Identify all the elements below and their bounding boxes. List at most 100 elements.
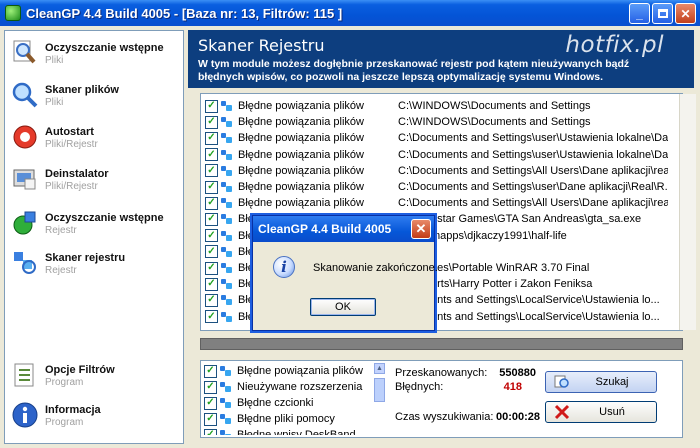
minimize-button[interactable]: _ [629,3,650,24]
result-path: C:\WINDOWS\Documents and Settings [398,116,591,129]
result-row[interactable]: ✓ Błędne powiązania plików C:\Documents an… [205,163,675,179]
result-path: C:\Documents and Settings\All Users\Dane… [398,164,668,177]
search-scan-icon [554,374,570,390]
watermark: hotfix.pl [565,32,664,58]
registry-entry-icon [220,100,234,112]
category-item[interactable]: ✓ Błędne powiązania plików [204,363,374,379]
checkbox[interactable]: ✓ [204,380,217,394]
category-scrollbar[interactable]: ▲ [374,363,385,435]
category-list[interactable]: ✓ Błędne powiązania plików ✓ Nieużywane roz… [204,363,374,435]
result-row[interactable]: ✓ Błędne powiązania plików C:\Documents an… [205,147,675,163]
result-row[interactable]: ✓ Błędne powiązania plików C:\WINDOWS\Docu… [205,98,675,114]
results-scrollbar[interactable] [679,94,696,330]
sidebar-item-subtitle: Rejestr [45,225,77,236]
registry-entry-icon [220,294,234,306]
sidebar-item-title: Autostart [45,126,94,138]
registry-entry-icon [220,197,234,209]
delete-button[interactable]: Usuń [545,401,657,423]
checkbox[interactable]: ✓ [205,310,218,324]
registry-entry-icon [220,246,234,258]
sidebar-item-pre-cleaning-registry[interactable]: Oczyszczanie wstępne Rejestr [11,209,181,245]
result-row[interactable]: ✓ Błędne powiązania plików C:\Documents an… [205,195,675,211]
result-path: C:\Documents and Settings\user\Dane apli… [398,181,668,193]
window-controls: _ ✕ [629,3,696,24]
dialog-message: Skanowanie zakończone. [313,262,438,274]
category-item[interactable]: ✓ Błędne wpisy DeskBand... [204,427,374,435]
close-button[interactable]: ✕ [675,3,696,24]
category-label: Błędne pliki pomocy [237,413,335,425]
result-path: D:\Rockstar Games\GTA San Andreas\gta_sa… [398,213,642,226]
sidebar-item-filter-options[interactable]: Opcje Filtrów Program [11,361,181,397]
title-bar[interactable]: CleanGP 4.4 Build 4005 - [Baza nr: 13, F… [0,0,700,26]
search-button[interactable]: Szukaj [545,371,657,393]
scroll-up-button[interactable]: ▲ [374,363,385,374]
scan-complete-dialog: CleanGP 4.4 Build 4005 ✕ i Skanowanie za… [252,215,438,331]
result-path: C:\WINDOWS\Documents and Settings [398,100,591,112]
result-category: Błędne powiązania plików [238,181,364,193]
registry-entry-icon [219,429,233,435]
sidebar-item-file-scanner[interactable]: Skaner plików Pliki [11,81,181,117]
sidebar-item-subtitle: Pliki/Rejestr [45,139,98,150]
category-item[interactable]: ✓ Błędne czcionki [204,395,374,411]
checkbox[interactable]: ✓ [205,180,218,194]
module-header: Skaner Rejestru hotfix.pl W tym module m… [188,30,694,88]
scroll-thumb[interactable] [374,378,385,402]
maximize-button[interactable] [652,3,673,24]
checkbox[interactable]: ✓ [204,396,217,410]
checkbox[interactable]: ✓ [205,99,218,113]
checkbox[interactable]: ✓ [205,277,218,291]
checkbox[interactable]: ✓ [205,148,218,162]
dialog-title-bar[interactable]: CleanGP 4.4 Build 4005 [253,216,434,242]
sidebar-item-title: Deinstalator [45,168,109,180]
info-icon [11,401,39,429]
category-item[interactable]: ✓ Nieużywane rozszerzenia [204,379,374,395]
delete-x-icon [554,404,570,420]
checkbox[interactable]: ✓ [204,428,217,435]
result-category: Błędne powiązania plików [238,148,364,161]
result-row[interactable]: ✓ Błędne powiązania plików C:\Documents an… [205,179,675,195]
close-icon: ✕ [415,221,427,236]
checkbox[interactable]: ✓ [205,229,218,243]
checkbox[interactable]: ✓ [204,364,217,378]
result-row[interactable]: ✓ Błędne powiązania plików C:\Documents an… [205,130,675,146]
sidebar-item-title: Informacja [45,404,101,416]
sidebar-item-title: Oczyszczanie wstępne [45,42,164,54]
checkbox[interactable]: ✓ [205,115,218,129]
result-path: ...\steamapps\djkaczy1991\half-life [398,229,567,242]
checkbox[interactable]: ✓ [205,245,218,259]
registry-entry-icon [219,397,233,409]
sidebar-item-uninstaller[interactable]: Deinstalator Pliki/Rejestr [11,165,181,201]
window-title: CleanGP 4.4 Build 4005 - [Baza nr: 13, F… [26,5,343,21]
sidebar-item-autostart[interactable]: Autostart Pliki/Rejestr [11,123,181,159]
sidebar-item-registry-scanner[interactable]: Skaner rejestru Rejestr [11,249,181,285]
checkbox[interactable]: ✓ [205,164,218,178]
checkbox[interactable]: ✓ [205,261,218,275]
checkbox[interactable]: ✓ [205,131,218,145]
dialog-close-button[interactable]: ✕ [411,219,431,239]
result-category: Błędne powiązania plików [238,100,364,112]
result-row[interactable]: ✓ Błędne powiązania plików C:\WINDOWS\Docu… [205,114,675,130]
close-icon: ✕ [680,6,691,21]
registry-clean-icon [11,209,39,237]
checkbox[interactable]: ✓ [205,196,218,210]
checkbox[interactable]: ✓ [204,412,217,426]
ok-button[interactable]: OK [310,298,376,316]
sidebar-item-information[interactable]: Informacja Program [11,401,181,437]
result-category: Błędne powiązania plików [238,197,364,210]
information-icon: i [273,256,295,278]
sidebar-item-title: Skaner rejestru [45,252,126,264]
checkbox[interactable]: ✓ [205,293,218,307]
registry-entry-icon [220,149,234,161]
sidebar-item-subtitle: Program [45,417,84,428]
autostart-icon [11,123,39,151]
result-category: Błędne powiązania plików [238,132,364,145]
sidebar-item-title: Opcje Filtrów [45,364,115,376]
sidebar-item-pre-cleaning-files[interactable]: Oczyszczanie wstępne Pliki [11,39,181,75]
result-path: ...am Files\Portable WinRAR 3.70 Final [398,262,590,274]
result-path: ...stuments and Settings\LocalService\Us… [398,310,660,323]
magnifier-icon [11,81,39,109]
checkbox[interactable]: ✓ [205,212,218,226]
result-path: C:\Documents and Settings\All Users\Dane… [398,197,668,210]
category-item[interactable]: ✓ Błędne pliki pomocy [204,411,374,427]
result-path: C:\Documents and Settings\user\Ustawieni… [398,132,668,145]
